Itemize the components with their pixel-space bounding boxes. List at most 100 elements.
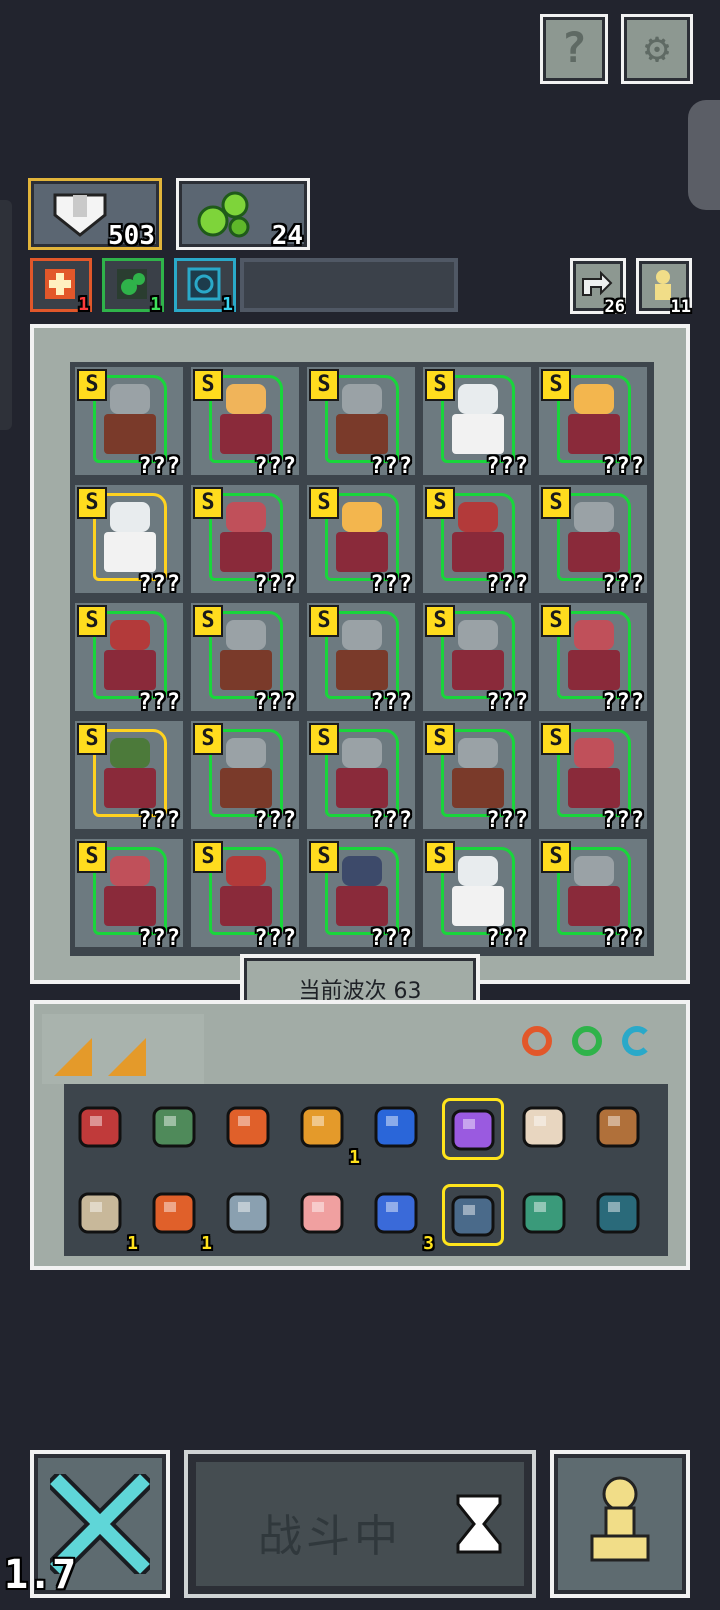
- rank-badge: S: [193, 841, 223, 873]
- buff-fire[interactable]: 1: [30, 258, 92, 315]
- bell-icon[interactable]: [590, 1184, 652, 1246]
- unit-body: [220, 532, 272, 572]
- unit-head: [110, 620, 150, 650]
- axe-icon[interactable]: 1: [146, 1184, 212, 1254]
- item-tab-icon[interactable]: [54, 1038, 92, 1076]
- unit-level-unknown: ???: [486, 926, 529, 951]
- board-cell[interactable]: S???: [304, 718, 418, 833]
- board-cell[interactable]: S???: [536, 482, 650, 597]
- eye-hand-icon[interactable]: [294, 1184, 356, 1246]
- swirl-stone-icon[interactable]: [220, 1184, 282, 1246]
- item-graphic: [78, 1106, 122, 1148]
- board-cell[interactable]: S???: [420, 836, 534, 951]
- board-cell[interactable]: S???: [536, 600, 650, 715]
- board-cell[interactable]: S???: [420, 718, 534, 833]
- fire-ring-icon[interactable]: [522, 1026, 552, 1056]
- unit-body: [104, 532, 156, 572]
- unit-body: [104, 886, 156, 926]
- scroll-slash-icon[interactable]: [220, 1098, 282, 1160]
- unit-level-unknown: ???: [602, 926, 645, 951]
- board-cell[interactable]: S???: [304, 836, 418, 951]
- help-button[interactable]: ?: [540, 14, 608, 84]
- board-cell[interactable]: S???: [304, 600, 418, 715]
- board-cell[interactable]: S???: [72, 836, 186, 951]
- unit-body: [220, 650, 272, 690]
- item-count: 3: [423, 1233, 434, 1254]
- crab-icon[interactable]: [72, 1098, 134, 1160]
- board-cell[interactable]: S???: [536, 364, 650, 479]
- shield-coin-icon: [53, 193, 107, 237]
- rank-badge: S: [309, 605, 339, 637]
- magic-staff-icon[interactable]: [442, 1098, 504, 1160]
- buff-poison-count: 1: [150, 294, 161, 315]
- board-cell[interactable]: S???: [304, 364, 418, 479]
- board-cell[interactable]: S???: [188, 600, 302, 715]
- settings-button[interactable]: ⚙: [621, 14, 693, 84]
- unit-level-unknown: ???: [370, 926, 413, 951]
- unit-level-unknown: ???: [370, 690, 413, 715]
- unit-level-unknown: ???: [138, 808, 181, 833]
- board-cell[interactable]: S???: [420, 364, 534, 479]
- board-cell[interactable]: S???: [188, 718, 302, 833]
- board-cell[interactable]: S???: [536, 836, 650, 951]
- reroll-counter[interactable]: 26: [570, 258, 626, 317]
- board-cell[interactable]: S???: [536, 718, 650, 833]
- reroll-count: 26: [604, 297, 625, 317]
- crown-spikes-icon[interactable]: [516, 1098, 578, 1160]
- unit-level-unknown: ???: [254, 690, 297, 715]
- turtle-shell-icon[interactable]: [146, 1098, 208, 1160]
- battle-button[interactable]: 战斗中: [184, 1450, 536, 1598]
- unit-body: [452, 886, 504, 926]
- water-drop-icon[interactable]: [368, 1098, 430, 1160]
- rank-badge: S: [425, 369, 455, 401]
- item-tab-icon[interactable]: [108, 1038, 146, 1076]
- board-cell[interactable]: S???: [72, 482, 186, 597]
- crystal-cluster-icon[interactable]: [516, 1184, 578, 1246]
- board-cell[interactable]: S???: [188, 482, 302, 597]
- crystal-claw-icon[interactable]: [442, 1184, 504, 1246]
- board-cell[interactable]: S???: [188, 364, 302, 479]
- unit-head: [574, 856, 614, 886]
- hourglass-icon: [456, 1494, 502, 1554]
- unit-head: [110, 856, 150, 886]
- poison-ring-icon[interactable]: [572, 1026, 602, 1056]
- unit-body: [568, 414, 620, 454]
- hourglass-icon[interactable]: 3: [368, 1184, 434, 1254]
- floating-side-handle[interactable]: [688, 100, 720, 210]
- board-cell[interactable]: S???: [304, 482, 418, 597]
- orb-ring-icon[interactable]: 1: [294, 1098, 360, 1168]
- unit-level-unknown: ???: [138, 690, 181, 715]
- item-graphic: [596, 1192, 640, 1234]
- unit-level-unknown: ???: [486, 690, 529, 715]
- board-cell[interactable]: S???: [72, 600, 186, 715]
- board-cell[interactable]: S???: [72, 364, 186, 479]
- unit-head: [226, 502, 266, 532]
- item-graphic: [78, 1192, 122, 1234]
- board-cell[interactable]: S???: [188, 836, 302, 951]
- item-inventory: 1 1 1 3: [30, 1000, 690, 1270]
- feather-icon[interactable]: [590, 1098, 652, 1160]
- unit-count: 11: [670, 297, 691, 317]
- rank-badge: S: [77, 487, 107, 519]
- rank-badge: S: [77, 841, 107, 873]
- unit-level-unknown: ???: [602, 808, 645, 833]
- rank-badge: S: [541, 723, 571, 755]
- board-cell[interactable]: S???: [420, 600, 534, 715]
- unit-counter[interactable]: 11: [636, 258, 692, 317]
- frost-ring-icon[interactable]: [622, 1026, 652, 1056]
- unit-level-unknown: ???: [254, 572, 297, 597]
- buff-poison[interactable]: 1: [102, 258, 164, 315]
- map-scroll-icon[interactable]: 1: [72, 1184, 138, 1254]
- board-cell[interactable]: S???: [72, 718, 186, 833]
- unit-body: [452, 414, 504, 454]
- buff-frost[interactable]: 1: [174, 258, 236, 315]
- coin-count: 503: [108, 221, 155, 251]
- board-cell[interactable]: S???: [420, 482, 534, 597]
- game-speed[interactable]: 1.7: [4, 1552, 76, 1598]
- ring-filter: [514, 1014, 676, 1074]
- unit-head: [458, 502, 498, 532]
- rank-badge: S: [193, 723, 223, 755]
- item-count: 1: [127, 1233, 138, 1254]
- item-graphic: [226, 1192, 270, 1234]
- deploy-unit-button[interactable]: [550, 1450, 690, 1598]
